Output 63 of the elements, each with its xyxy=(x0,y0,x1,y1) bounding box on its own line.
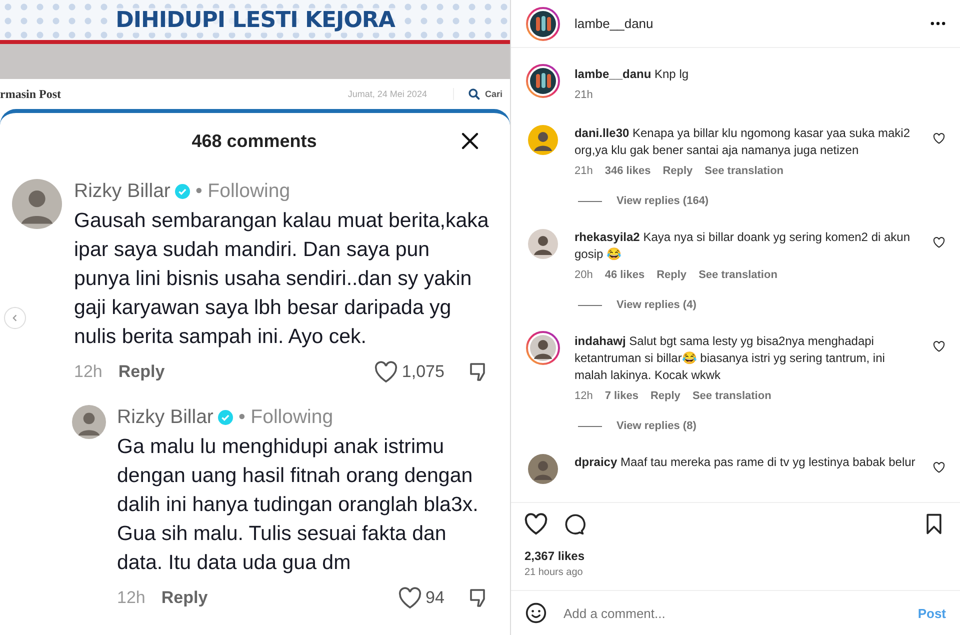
comment-text: Ga malu lu menghidupi anak istrimu dengan uang hasil fitnah orang dengan dalih ini hanya tudingan oranglah bla3x. Gua sih malu. Tulis sesuai fakta dan data. Itu data uda gua dm xyxy=(117,434,480,576)
comment-time: 20h xyxy=(574,269,593,281)
avatar xyxy=(72,405,106,439)
comment-text: rhekasyila2 Kaya nya si billar doank yg sering komen2 di akun gosip 😂 xyxy=(574,229,912,263)
heart-icon[interactable] xyxy=(933,237,946,248)
like-count[interactable]: 346 likes xyxy=(604,165,651,177)
heart-icon[interactable] xyxy=(933,133,946,144)
reply-link[interactable]: Reply xyxy=(650,390,680,402)
comment-time: 12h xyxy=(74,362,102,382)
emoji-icon[interactable] xyxy=(525,602,548,624)
avatar[interactable] xyxy=(526,227,560,261)
comment-text: indahawj Salut bgt sama lesty yg bisa2nya menghadapi ketantruman si billar😂 biasanya istri yg sering tantrum, ini malah lakinya. Kocak wkwk xyxy=(574,333,886,384)
following-label: • Following xyxy=(238,406,334,428)
avatar[interactable] xyxy=(526,6,560,40)
heart-icon[interactable] xyxy=(933,341,946,352)
username[interactable]: lambe__danu xyxy=(574,16,654,31)
view-replies-link[interactable]: View replies (4) xyxy=(616,299,696,311)
search-icon xyxy=(468,88,480,100)
comment-time: 21h xyxy=(574,165,593,177)
comment-text: dpraicy Maaf tau mereka pas rame di tv yg lestinya babak belur xyxy=(574,454,916,471)
post-time: 21h xyxy=(574,89,593,101)
username[interactable]: Rizky Billar xyxy=(117,406,214,428)
comment-text: dani.lle30 Kenapa ya billar klu ngomong kasar yaa suka maki2 org,ya klu gak bener santai aja namanya juga netizen xyxy=(574,125,911,159)
translation-link[interactable]: See translation xyxy=(704,165,784,177)
translation-link[interactable]: See translation xyxy=(692,390,772,402)
close-icon[interactable] xyxy=(460,131,480,151)
more-options-icon[interactable] xyxy=(930,21,946,26)
post-time: 21 hours ago xyxy=(524,567,584,578)
view-replies-link[interactable]: View replies (164) xyxy=(616,195,709,207)
heart-icon[interactable] xyxy=(524,513,548,535)
post-button[interactable]: Post xyxy=(918,606,946,620)
like-count[interactable]: 7 likes xyxy=(604,390,638,402)
likes-count[interactable]: 2,367 likes xyxy=(524,549,946,563)
avatar[interactable] xyxy=(526,331,560,365)
translation-link[interactable]: See translation xyxy=(698,269,778,281)
comment-input[interactable]: Add a comment... xyxy=(561,604,904,622)
avatar[interactable] xyxy=(526,123,560,157)
heart-icon[interactable] xyxy=(374,361,398,383)
like-count[interactable]: 46 likes xyxy=(604,269,645,281)
following-label: • Following xyxy=(195,180,290,202)
comment-time: 12h xyxy=(117,588,146,608)
search-label: Cari xyxy=(484,89,502,99)
avatar xyxy=(12,179,62,229)
like-count: 94 xyxy=(426,588,444,608)
date-text: Jumat, 24 Mei 2024 xyxy=(348,89,427,99)
username[interactable]: Rizky Billar xyxy=(74,180,170,202)
caption-text: lambe__danu Knp lg xyxy=(574,66,690,83)
reply-link[interactable]: Reply xyxy=(161,588,208,608)
view-replies-link[interactable]: View replies (8) xyxy=(616,420,696,432)
reply-link[interactable]: Reply xyxy=(662,165,693,177)
chevron-left-icon xyxy=(11,314,19,322)
site-logo: rmasin Post xyxy=(0,86,61,102)
heart-icon[interactable] xyxy=(933,462,946,473)
like-count: 1,075 xyxy=(402,362,444,382)
comment-text: Gausah sembarangan kalau muat berita,kaka ipar saya sudah mandiri. Dan saya pun punya lini bisnis usaha sendiri..dan sy yakin gaji karyawan saya lbh besar daripada yg nulis berita sampah ini. Ayo cek. xyxy=(74,208,489,350)
reply-link[interactable]: Reply xyxy=(656,269,687,281)
heart-icon[interactable] xyxy=(398,587,422,609)
headline: DIHIDUPI LESTI KEJORA xyxy=(116,8,395,32)
comment-time: 12h xyxy=(574,390,593,402)
avatar[interactable] xyxy=(526,64,560,98)
sheet-title: 468 comments xyxy=(192,130,317,152)
reply-link[interactable]: Reply xyxy=(118,362,165,382)
avatar[interactable] xyxy=(526,452,560,486)
